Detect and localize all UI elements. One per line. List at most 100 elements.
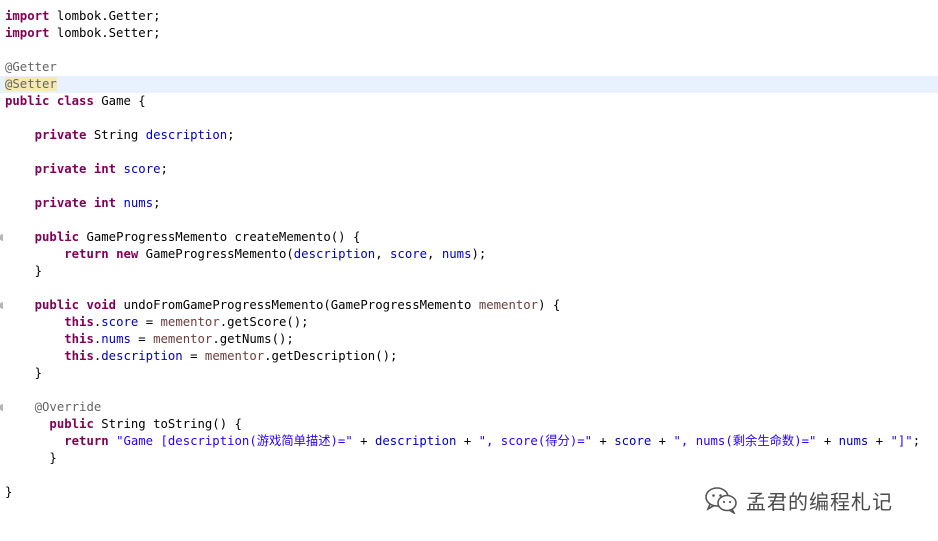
code-line[interactable] (0, 42, 938, 59)
code-line[interactable]: public String toString() { (0, 416, 938, 433)
code-line[interactable] (0, 110, 938, 127)
code-token: .getDescription(); (264, 349, 398, 363)
code-text: @Setter (5, 76, 57, 93)
code-line[interactable]: import lombok.Getter; (0, 8, 938, 25)
code-line[interactable]: @Override (0, 399, 938, 416)
code-line[interactable] (0, 178, 938, 195)
code-token: + (352, 434, 375, 448)
code-text: this.score = mementor.getScore(); (5, 314, 308, 331)
code-line[interactable] (0, 382, 938, 399)
code-token: ) { (538, 298, 561, 312)
fold-marker-icon[interactable] (0, 404, 3, 411)
code-token: private (34, 196, 87, 210)
code-text: public GameProgressMemento createMemento… (5, 229, 361, 246)
code-token: this (64, 332, 94, 346)
code-line[interactable]: this.score = mementor.getScore(); (0, 314, 938, 331)
code-token: description (374, 434, 457, 448)
code-line[interactable]: private String description; (0, 127, 938, 144)
code-token: this (64, 349, 94, 363)
code-line[interactable]: @Setter (0, 76, 938, 93)
code-token: } (5, 264, 43, 278)
code-token: score (614, 434, 652, 448)
code-text: public String toString() { (5, 416, 242, 433)
code-token: import (5, 9, 50, 23)
code-token: ; (160, 162, 168, 176)
code-text: } (5, 263, 42, 280)
code-token: @Setter (5, 77, 57, 91)
code-line[interactable]: private int nums; (0, 195, 938, 212)
code-editor[interactable]: import lombok.Getter; import lombok.Sette… (0, 0, 938, 541)
code-line[interactable]: } (0, 263, 938, 280)
code-token: score (390, 247, 428, 261)
code-line[interactable]: this.description = mementor.getDescripti… (0, 348, 938, 365)
code-token: score (101, 315, 139, 329)
code-token: score (123, 162, 161, 176)
code-text: private int score; (5, 161, 168, 178)
code-token: } (5, 366, 43, 380)
code-text: public class Game { (5, 93, 146, 110)
code-line[interactable] (0, 467, 938, 484)
code-line[interactable] (0, 212, 938, 229)
wechat-icon (705, 487, 737, 514)
code-token: mementor (160, 315, 220, 329)
code-token: description (293, 247, 376, 261)
code-token: ", score(得分)=" (478, 434, 593, 448)
code-text: @Getter (5, 59, 57, 76)
fold-marker-icon[interactable] (0, 302, 3, 309)
code-line[interactable]: public class Game { (0, 93, 938, 110)
code-token: + (816, 434, 839, 448)
code-line[interactable]: import lombok.Setter; (0, 25, 938, 42)
code-text: return "Game [description(游戏简单描述)=" + de… (5, 433, 920, 450)
code-text: this.description = mementor.getDescripti… (5, 348, 397, 365)
code-line[interactable] (0, 280, 938, 297)
code-text: @Override (5, 399, 102, 416)
code-text: private String description; (5, 127, 235, 144)
code-line[interactable]: private int score; (0, 161, 938, 178)
code-text: this.nums = mementor.getNums(); (5, 331, 294, 348)
code-line[interactable]: } (0, 450, 938, 467)
code-token: description (101, 349, 183, 363)
code-text: private int nums; (5, 195, 161, 212)
code-line[interactable] (0, 144, 938, 161)
code-token: , (427, 247, 442, 261)
code-token: ; (227, 128, 235, 142)
code-token: lombok.Setter; (49, 26, 161, 40)
code-token: + (651, 434, 674, 448)
code-token: String toString() { (93, 417, 242, 431)
code-text: import lombok.Setter; (5, 25, 160, 42)
code-token: private (34, 162, 87, 176)
code-token: ; (153, 196, 161, 210)
code-line[interactable]: @Getter (0, 59, 938, 76)
watermark-text: 孟君的编程札记 (746, 489, 893, 514)
code-line[interactable]: public GameProgressMemento createMemento… (0, 229, 938, 246)
code-token: mementor (204, 349, 265, 363)
code-token: public (49, 417, 94, 431)
code-line[interactable]: public void undoFromGameProgressMemento(… (0, 297, 938, 314)
code-line[interactable]: } (0, 365, 938, 382)
code-token: = (138, 315, 161, 329)
fold-marker-icon[interactable] (0, 234, 3, 241)
code-token: return (64, 434, 109, 448)
code-line[interactable]: return new GameProgressMemento(descripti… (0, 246, 938, 263)
code-token: mementor (478, 298, 539, 312)
code-line[interactable]: return "Game [description(游戏简单描述)=" + de… (0, 433, 938, 450)
code-token: + (868, 434, 891, 448)
code-token: @Override (34, 400, 102, 414)
code-token: ; (912, 434, 921, 448)
code-line[interactable]: this.nums = mementor.getNums(); (0, 331, 938, 348)
code-token: description (145, 128, 228, 142)
code-token: class (56, 94, 94, 108)
